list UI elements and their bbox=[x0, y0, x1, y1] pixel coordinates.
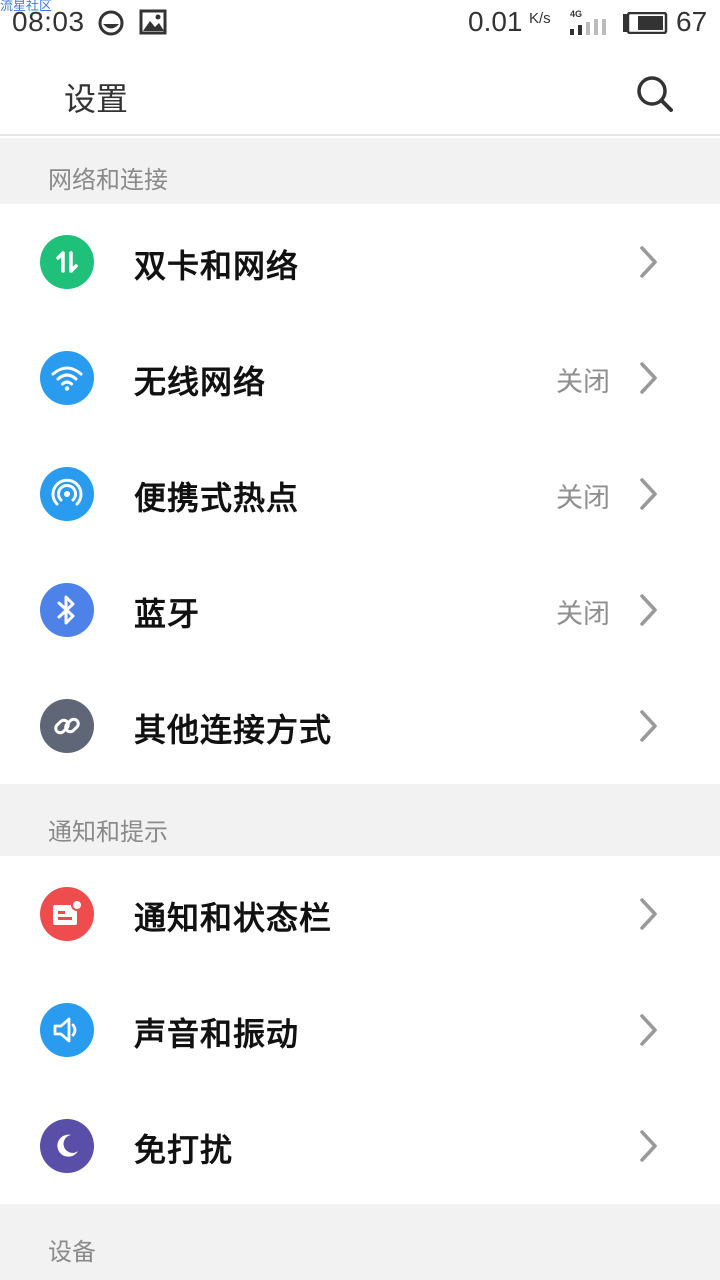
settings-item-label: 声音和振动 bbox=[134, 1015, 300, 1053]
net-speed: 0.01 bbox=[468, 6, 523, 37]
battery-level: 67 bbox=[676, 6, 708, 37]
signal-icon bbox=[569, 19, 609, 39]
sync-icon bbox=[97, 9, 125, 41]
search-button[interactable] bbox=[626, 68, 684, 120]
hotspot-icon bbox=[40, 467, 94, 521]
status-bar: 流星社区 08:03 0.01 K/s 4G 67 bbox=[0, 0, 720, 46]
settings-item-label: 便携式热点 bbox=[134, 479, 300, 517]
settings-item-hotspot[interactable]: 便携式热点 关闭 bbox=[0, 436, 720, 552]
chevron-right-icon bbox=[640, 710, 657, 742]
chevron-right-icon bbox=[640, 246, 657, 278]
chevron-right-icon bbox=[640, 898, 657, 930]
settings-item-label: 蓝牙 bbox=[134, 595, 201, 633]
section-header-notifications: 通知和提示 bbox=[0, 784, 720, 856]
moon-icon bbox=[40, 1119, 94, 1173]
settings-item-label: 其他连接方式 bbox=[134, 711, 333, 749]
chevron-right-icon bbox=[640, 362, 657, 394]
chevron-right-icon bbox=[640, 1130, 657, 1162]
notification-icon bbox=[40, 887, 94, 941]
chevron-right-icon bbox=[640, 594, 657, 626]
settings-item-wifi[interactable]: 无线网络 关闭 bbox=[0, 320, 720, 436]
section-title: 设备 bbox=[48, 1238, 96, 1266]
dual-sim-icon bbox=[40, 235, 94, 289]
section-header-network: 网络和连接 bbox=[0, 138, 720, 204]
section-title: 网络和连接 bbox=[48, 166, 168, 194]
section-title: 通知和提示 bbox=[48, 818, 168, 846]
sound-icon bbox=[40, 1003, 94, 1057]
battery-icon bbox=[622, 11, 668, 38]
net-speed-unit: K/s bbox=[529, 10, 551, 27]
settings-item-do-not-disturb[interactable]: 免打扰 bbox=[0, 1088, 720, 1204]
wifi-icon bbox=[40, 351, 94, 405]
bluetooth-icon bbox=[40, 583, 94, 637]
title-bar: 设置 bbox=[0, 46, 720, 136]
settings-item-label: 通知和状态栏 bbox=[134, 899, 333, 937]
settings-item-notifications[interactable]: 通知和状态栏 bbox=[0, 856, 720, 972]
settings-item-label: 无线网络 bbox=[134, 363, 267, 401]
chevron-right-icon bbox=[640, 1014, 657, 1046]
chevron-right-icon bbox=[640, 478, 657, 510]
image-icon bbox=[139, 9, 167, 39]
settings-item-bluetooth[interactable]: 蓝牙 关闭 bbox=[0, 552, 720, 668]
status-time: 08:03 bbox=[12, 6, 85, 37]
network-type: 4G bbox=[570, 9, 583, 19]
settings-item-sound[interactable]: 声音和振动 bbox=[0, 972, 720, 1088]
link-icon bbox=[40, 699, 94, 753]
settings-item-value: 关闭 bbox=[556, 367, 610, 398]
settings-item-label: 双卡和网络 bbox=[134, 247, 300, 285]
settings-item-dual-sim[interactable]: 双卡和网络 bbox=[0, 204, 720, 320]
settings-item-other-connections[interactable]: 其他连接方式 bbox=[0, 668, 720, 784]
section-header-device: 设备 bbox=[0, 1204, 720, 1280]
settings-item-value: 关闭 bbox=[556, 599, 610, 630]
settings-item-value: 关闭 bbox=[556, 483, 610, 514]
page-title: 设置 bbox=[64, 80, 129, 118]
settings-item-label: 免打扰 bbox=[134, 1131, 234, 1169]
search-icon bbox=[637, 76, 673, 112]
